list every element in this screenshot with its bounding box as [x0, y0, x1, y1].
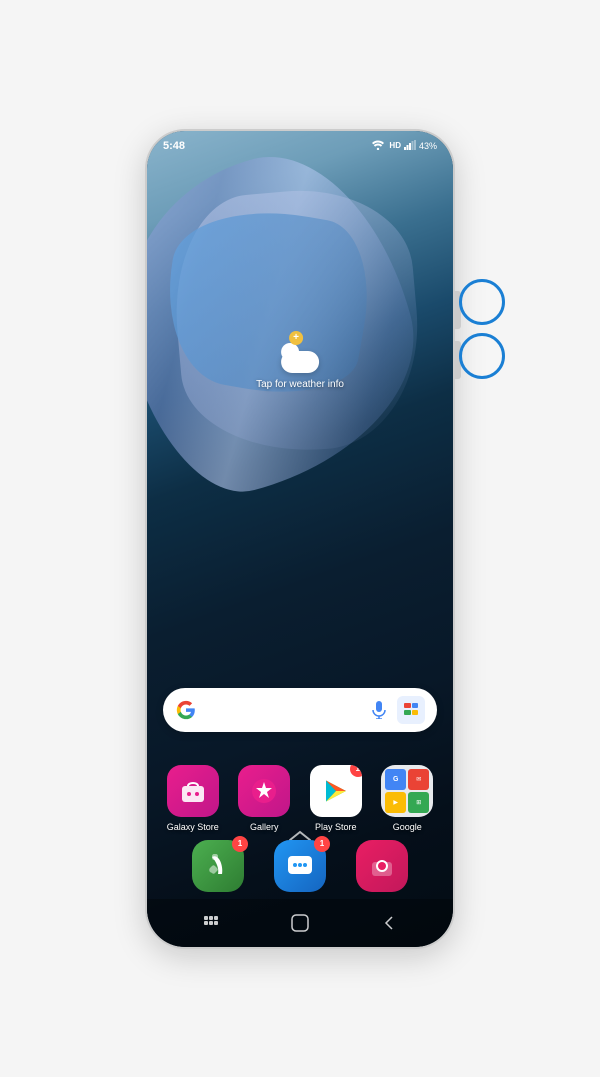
app-grid: Galaxy Store Gallery 1	[147, 765, 453, 832]
app-item-galaxy-store[interactable]: Galaxy Store	[167, 765, 219, 832]
weather-label: Tap for weather info	[256, 379, 344, 390]
nav-recents-button[interactable]	[199, 911, 223, 935]
dock-item-messages[interactable]: 1	[274, 840, 326, 892]
phone-badge: 1	[232, 836, 248, 852]
camera-dock-icon	[356, 840, 408, 892]
search-lens-icon[interactable]	[397, 696, 425, 724]
messages-badge: 1	[314, 836, 330, 852]
galaxy-store-icon	[167, 765, 219, 817]
search-mic-icon[interactable]	[365, 696, 393, 724]
weather-cloud-bump	[281, 343, 299, 361]
app-item-google[interactable]: G ✉ ▶ ⊞ Googl	[381, 765, 433, 832]
volume-down-annotation-circle	[459, 333, 505, 379]
dock-item-camera[interactable]	[356, 840, 408, 892]
play-store-label: Play Store	[315, 822, 357, 832]
play-store-badge: 1	[350, 765, 362, 777]
battery-percentage: 43%	[419, 141, 437, 151]
app-item-gallery[interactable]: Gallery	[238, 765, 290, 832]
weather-widget[interactable]: + Tap for weather info	[256, 331, 344, 390]
gallery-label: Gallery	[250, 822, 279, 832]
status-time: 5:48	[163, 140, 185, 152]
page-container: 5:48 HD	[0, 0, 600, 1077]
phone-shell: 5:48 HD	[145, 129, 455, 949]
phone-dock-icon: 1	[192, 840, 244, 892]
weather-sun-icon: +	[289, 331, 303, 345]
google-label: Google	[393, 822, 422, 832]
signal-icon	[404, 140, 416, 152]
play-store-icon: 1	[310, 765, 362, 817]
nav-back-button[interactable]	[377, 911, 401, 935]
volume-up-annotation-circle	[459, 279, 505, 325]
status-icons: HD 43%	[372, 140, 437, 152]
dock-item-phone[interactable]: 1	[192, 840, 244, 892]
wifi-icon	[372, 140, 384, 152]
google-icon: G ✉ ▶ ⊞	[381, 765, 433, 817]
nav-home-button[interactable]	[288, 911, 312, 935]
search-bar[interactable]	[163, 688, 437, 732]
gallery-icon	[238, 765, 290, 817]
status-bar: 5:48 HD	[147, 131, 453, 161]
phone-screen: 5:48 HD	[147, 131, 453, 947]
google-logo-icon	[175, 699, 197, 721]
hd-icon: HD	[389, 141, 401, 150]
messages-dock-icon: 1	[274, 840, 326, 892]
galaxy-store-label: Galaxy Store	[167, 822, 219, 832]
dock-row: 1 1	[147, 840, 453, 892]
app-item-play-store[interactable]: 1 Play Store	[310, 765, 362, 832]
nav-bar	[147, 899, 453, 947]
